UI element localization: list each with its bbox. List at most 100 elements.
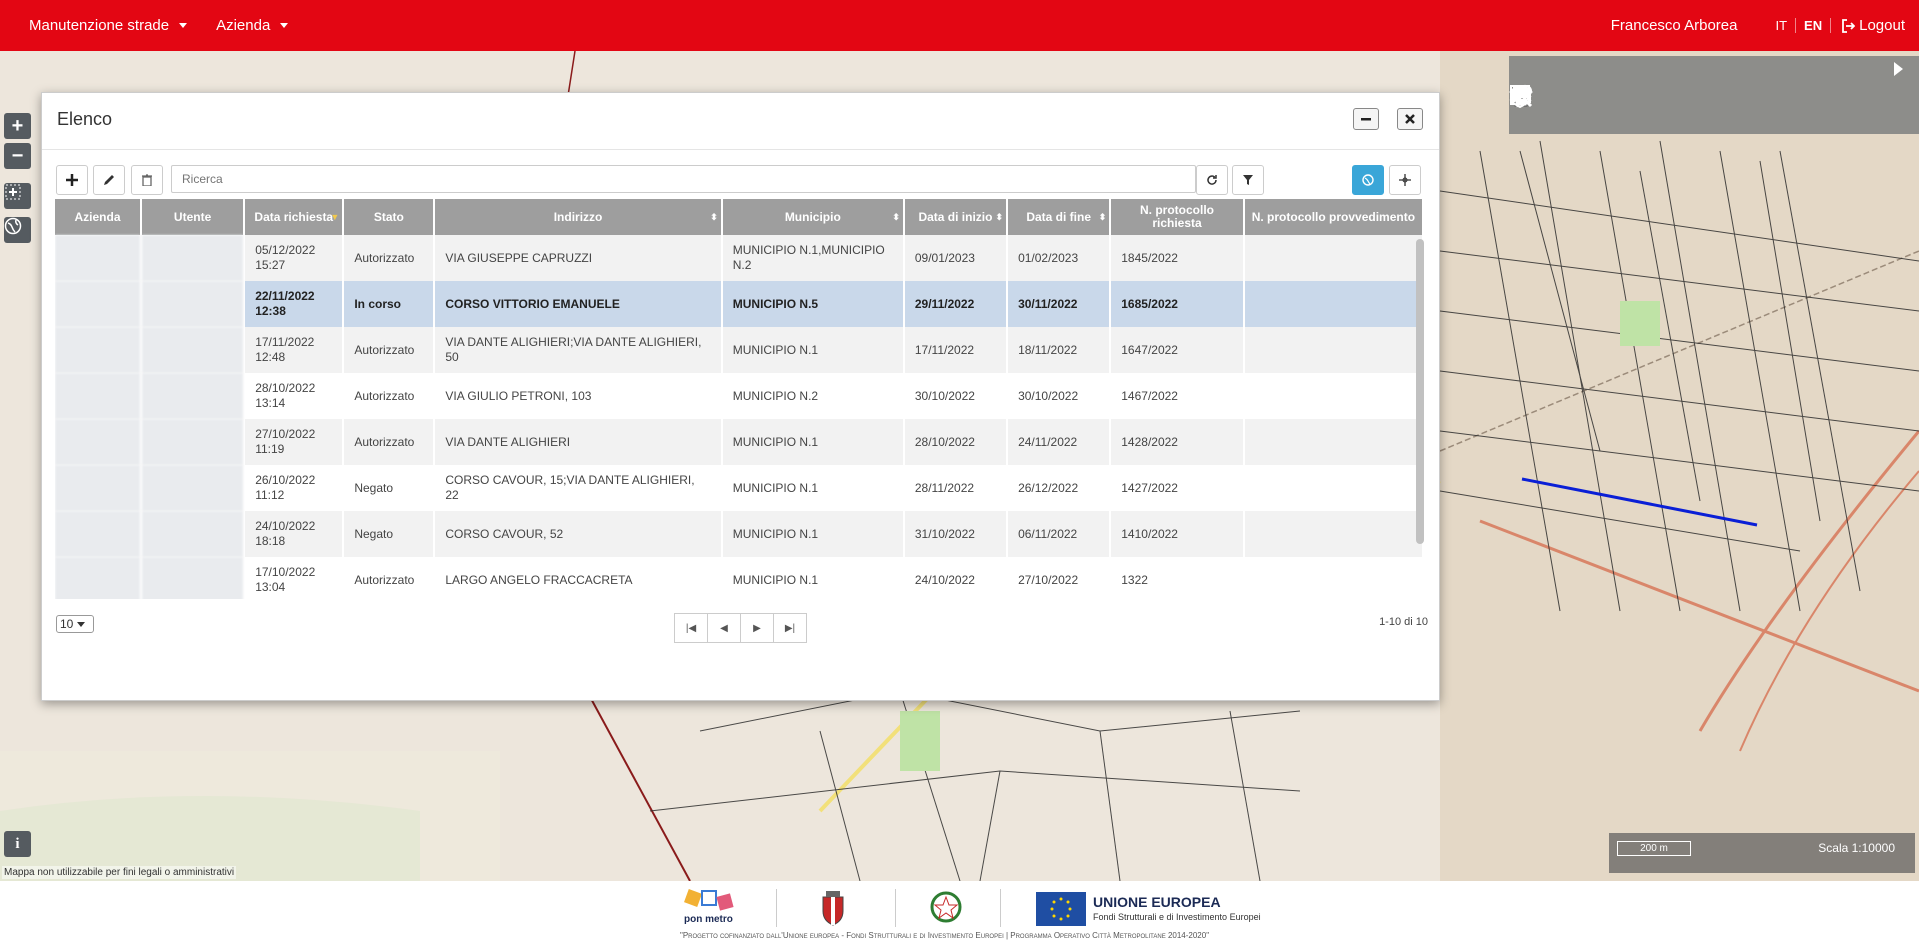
globe-button[interactable] <box>4 217 31 243</box>
list-icon[interactable] <box>1510 84 1594 118</box>
col-protocollo-richiesta[interactable]: N. protocollo richiesta <box>1111 199 1243 235</box>
zoom-out-button[interactable]: − <box>4 143 31 169</box>
cell-municipio: MUNICIPIO N.2 <box>722 373 903 419</box>
table-row[interactable]: 05/12/2022 15:27 Autorizzato VIA GIUSEPPE … <box>55 235 1422 281</box>
minimize-button[interactable] <box>1353 108 1379 130</box>
table-row[interactable]: 17/11/2022 12:48 Autorizzato VIA DANTE ALI… <box>55 327 1422 373</box>
close-button[interactable] <box>1397 108 1423 130</box>
col-utente[interactable]: Utente <box>142 199 244 235</box>
cell-data-fine: 30/10/2022 <box>1008 373 1110 419</box>
edit-button[interactable] <box>93 165 125 195</box>
delete-button[interactable] <box>131 165 163 195</box>
cell-protocollo-provvedimento <box>1244 327 1422 373</box>
caret-down-icon <box>280 23 289 28</box>
cell-protocollo-provvedimento <box>1244 281 1422 327</box>
table-row[interactable]: 26/10/2022 11:12 Negato CORSO CAVOUR, 15;V… <box>55 465 1422 511</box>
cell-data-richiesta: 26/10/2022 11:12 <box>245 465 343 511</box>
menu-azienda[interactable]: Azienda <box>216 17 317 34</box>
zoom-in-button[interactable]: + <box>4 113 31 139</box>
page-size-select[interactable]: 10 <box>56 615 94 633</box>
page-size-value: 10 <box>60 617 74 631</box>
plus-icon <box>66 174 78 186</box>
pagination: |◀ ◀ ▶ ▶| <box>674 613 807 643</box>
cell-azienda <box>55 511 140 557</box>
add-layer-icon[interactable] <box>1510 84 1913 118</box>
cell-stato: In corso <box>344 281 434 327</box>
cell-data-inizio: 31/10/2022 <box>904 511 1007 557</box>
col-indirizzo[interactable]: Indirizzo ⬍ <box>435 199 721 235</box>
filter-icon <box>1243 175 1253 185</box>
cell-data-richiesta: 27/10/2022 11:19 <box>245 419 343 465</box>
map-disclaimer: Mappa non utilizzabile per fini legali o… <box>2 866 237 879</box>
menu-manutenzione-strade[interactable]: Manutenzione strade <box>0 17 216 34</box>
col-azienda[interactable]: Azienda <box>55 199 140 235</box>
logout-label: Logout <box>1859 17 1905 34</box>
footer: pon metro UNIONE EUROPEA Fondi Struttura… <box>0 881 1919 942</box>
search-input[interactable] <box>171 165 1196 193</box>
first-page-icon: |◀ <box>685 622 697 634</box>
coordinates-icon[interactable] <box>1514 84 1731 118</box>
cell-data-inizio: 09/01/2023 <box>904 235 1007 281</box>
table-row[interactable]: 27/10/2022 11:19 Autorizzato VIA DANTE ALI… <box>55 419 1422 465</box>
cell-data-fine: 27/10/2022 <box>1008 557 1110 599</box>
cell-azienda <box>55 419 140 465</box>
expand-toolbar-icon[interactable] <box>1894 62 1903 76</box>
search-icon[interactable] <box>1510 84 1822 118</box>
cell-data-richiesta: 17/11/2022 12:48 <box>245 327 343 373</box>
cell-utente <box>142 235 244 281</box>
user-name[interactable]: Francesco Arborea <box>1611 17 1738 34</box>
col-data-richiesta[interactable]: Data richiesta ▼ <box>245 199 343 235</box>
cell-azienda <box>55 281 140 327</box>
table-row[interactable]: 17/10/2022 13:04 Autorizzato LARGO ANGELO … <box>55 557 1422 599</box>
sort-desc-icon: ▼ <box>330 212 340 222</box>
last-page-icon: ▶| <box>784 622 796 634</box>
col-municipio[interactable]: Municipio ⬍ <box>722 199 903 235</box>
save-icon[interactable] <box>1510 84 1640 118</box>
locate-button[interactable] <box>1389 165 1421 195</box>
ruler-icon[interactable] <box>1509 84 1685 118</box>
sort-icon: ⬍ <box>995 212 1004 222</box>
info-button[interactable]: i <box>4 831 31 857</box>
add-button[interactable] <box>56 165 88 195</box>
table-row[interactable]: 22/11/2022 12:38 In corso CORSO VITTORIO E… <box>55 281 1422 327</box>
cell-data-fine: 18/11/2022 <box>1008 327 1110 373</box>
map-view-button[interactable] <box>1352 165 1384 195</box>
col-protocollo-provvedimento[interactable]: N. protocollo provvedimento <box>1244 199 1422 235</box>
filter-button[interactable] <box>1232 165 1264 195</box>
sort-icon: ⬍ <box>710 212 718 222</box>
cell-indirizzo: LARGO ANGELO FRACCACRETA <box>435 557 721 599</box>
col-data-fine[interactable]: Data di fine ⬍ <box>1008 199 1110 235</box>
zoom-extent-button[interactable] <box>4 183 31 209</box>
cell-data-richiesta: 24/10/2022 18:18 <box>245 511 343 557</box>
table-row[interactable]: 24/10/2022 18:18 Negato CORSO CAVOUR, 52 MU… <box>55 511 1422 557</box>
lang-en-link[interactable]: EN <box>1796 18 1832 33</box>
prev-page-button[interactable]: ◀ <box>707 613 741 643</box>
logout-link[interactable]: Logout <box>1841 17 1905 34</box>
print-icon[interactable] <box>1511 84 1777 118</box>
cell-municipio: MUNICIPIO N.1 <box>722 511 903 557</box>
cell-data-fine: 26/12/2022 <box>1008 465 1110 511</box>
last-page-button[interactable]: ▶| <box>773 613 807 643</box>
col-data-inizio[interactable]: Data di inizio ⬍ <box>904 199 1007 235</box>
cell-indirizzo: VIA DANTE ALIGHIERI;VIA DANTE ALIGHIERI,… <box>435 327 721 373</box>
first-page-button[interactable]: |◀ <box>674 613 708 643</box>
table-scrollbar[interactable] <box>1416 239 1424 544</box>
cell-stato: Autorizzato <box>344 419 434 465</box>
globe-icon <box>4 217 22 235</box>
next-page-button[interactable]: ▶ <box>740 613 774 643</box>
refresh-button[interactable] <box>1196 165 1228 195</box>
cell-azienda <box>55 327 140 373</box>
cell-protocollo-richiesta: 1428/2022 <box>1111 419 1243 465</box>
cell-azienda <box>55 557 140 599</box>
col-stato[interactable]: Stato <box>344 199 434 235</box>
cell-municipio: MUNICIPIO N.1 <box>722 557 903 599</box>
cell-data-richiesta: 05/12/2022 15:27 <box>245 235 343 281</box>
lang-it-link[interactable]: IT <box>1767 18 1797 33</box>
pointer-icon[interactable] <box>1513 84 1868 118</box>
cell-utente <box>142 419 244 465</box>
table-row[interactable]: 28/10/2022 13:14 Autorizzato VIA GIULIO PE… <box>55 373 1422 419</box>
cell-municipio: MUNICIPIO N.1 <box>722 327 903 373</box>
cell-municipio: MUNICIPIO N.1 <box>722 419 903 465</box>
pon-metro-logo: pon metro <box>684 889 734 925</box>
repubblica-emblem-icon <box>930 891 962 923</box>
